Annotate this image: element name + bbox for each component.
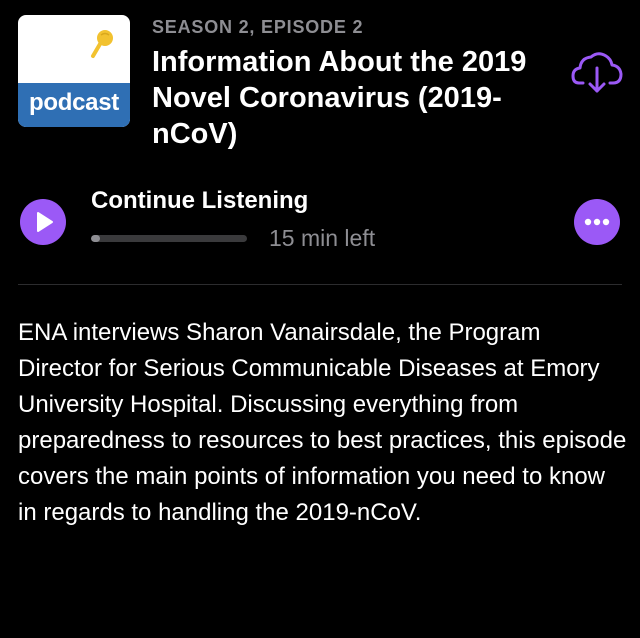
season-episode-label: SEASON 2, EPISODE 2: [152, 17, 364, 37]
more-options-button[interactable]: [574, 199, 620, 245]
play-icon: [37, 212, 53, 232]
section-divider: [18, 284, 622, 285]
time-remaining: 15 min left: [269, 225, 376, 251]
episode-description: ENA interviews Sharon Vanairsdale, the P…: [18, 319, 627, 526]
play-button[interactable]: [20, 199, 66, 245]
continue-listening-label: Continue Listening: [91, 187, 309, 214]
ellipsis-icon: [584, 218, 610, 226]
artwork-subtitle: podcast: [18, 83, 130, 127]
artwork-brand: ENA: [29, 43, 119, 89]
playback-progress-fill: [91, 235, 101, 242]
cloud-download-icon[interactable]: [570, 46, 624, 96]
playback-progress-bar[interactable]: [91, 235, 247, 242]
podcast-artwork: ENA podcast: [18, 15, 130, 127]
episode-title: Information About the 2019 Novel Coronav…: [152, 46, 527, 150]
